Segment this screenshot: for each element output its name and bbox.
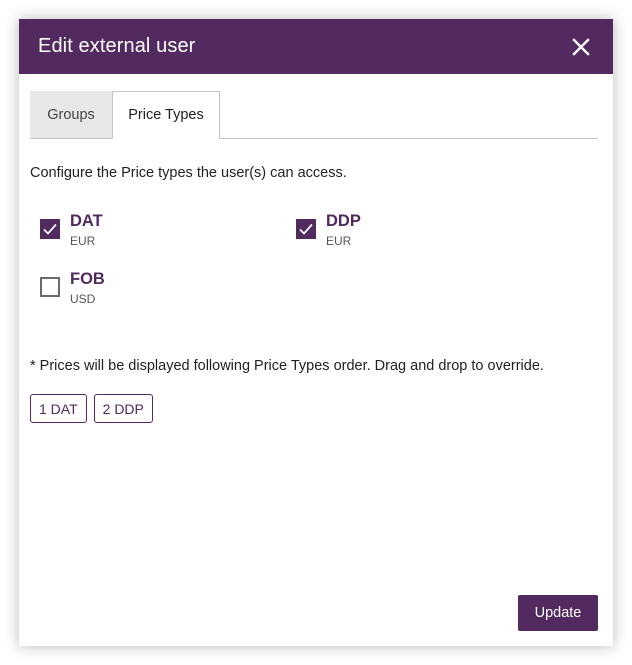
tab-groups[interactable]: Groups [30, 91, 112, 138]
option-ddp: DDP EUR [296, 210, 361, 248]
checkmark-icon [299, 223, 313, 235]
price-types-description: Configure the Price types the user(s) ca… [30, 165, 347, 181]
dialog-header: Edit external user [19, 19, 613, 74]
fob-checkbox[interactable] [40, 277, 60, 297]
option-currency: EUR [70, 234, 96, 248]
close-icon [572, 37, 590, 56]
order-chip-dat[interactable]: 1 DAT [30, 394, 87, 423]
dialog-title: Edit external user [38, 35, 196, 57]
update-button[interactable]: Update [518, 595, 598, 631]
close-button[interactable] [568, 34, 594, 60]
checkmark-icon [43, 223, 57, 235]
option-name: DAT [70, 212, 103, 230]
option-name: DDP [326, 212, 361, 230]
tab-price-types[interactable]: Price Types [112, 91, 220, 139]
tab-bar: Groups Price Types [30, 91, 598, 139]
price-order-list: 1 DAT 2 DDP [30, 394, 153, 423]
option-currency: EUR [326, 234, 352, 248]
order-chip-ddp[interactable]: 2 DDP [93, 394, 153, 423]
option-dat: DAT EUR [40, 210, 103, 248]
option-currency: USD [70, 292, 96, 306]
option-name: FOB [70, 270, 105, 288]
dat-checkbox[interactable] [40, 219, 60, 239]
edit-user-dialog: Edit external user Groups Price Types Co… [19, 19, 613, 646]
order-note: * Prices will be displayed following Pri… [30, 358, 544, 374]
ddp-checkbox[interactable] [296, 219, 316, 239]
option-fob: FOB USD [40, 268, 105, 306]
